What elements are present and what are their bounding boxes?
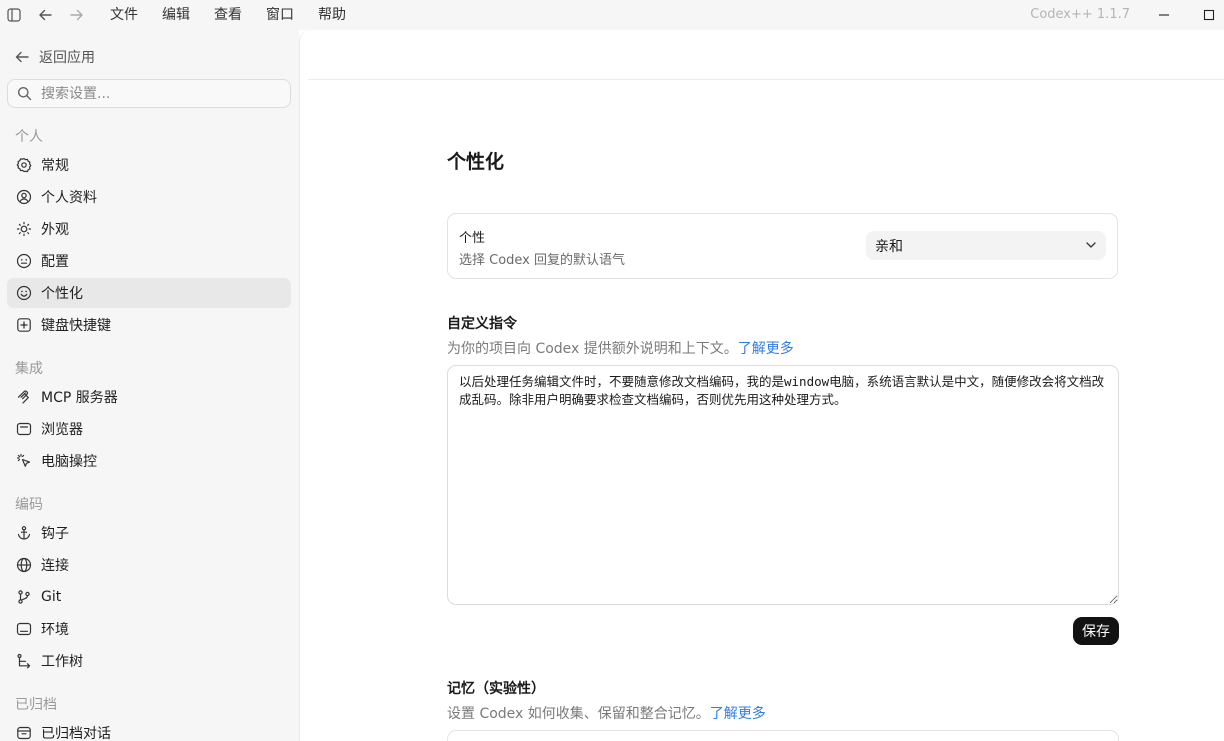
menu-file[interactable]: 文件: [98, 0, 150, 30]
sidebar-toggle-icon[interactable]: [0, 0, 28, 30]
sidebar-item-label: Git: [41, 589, 62, 605]
sidebar-item-label: 键盘快捷键: [41, 318, 111, 334]
app-version: Codex++ 1.1.7: [1030, 7, 1130, 22]
worktree-icon: [16, 653, 32, 669]
sidebar-item-label: 浏览器: [41, 422, 83, 438]
custom-instructions-textarea[interactable]: 以后处理任务编辑文件时，不要随意修改文档编码，我的是window电脑，系统语言默…: [447, 365, 1119, 605]
sidebar-item-label: 电脑操控: [41, 454, 97, 470]
sidebar-item-personalization[interactable]: 个性化: [7, 278, 291, 308]
user-circle-icon: [16, 189, 32, 205]
section-coding: 编码: [15, 497, 43, 513]
chevron-down-icon: [1085, 239, 1097, 255]
monitor-icon: [16, 621, 32, 637]
sidebar-item-shortcuts[interactable]: 键盘快捷键: [7, 310, 291, 340]
settings-search[interactable]: [7, 79, 291, 108]
sidebar-item-hooks[interactable]: 钩子: [7, 518, 291, 548]
sidebar-item-worktrees[interactable]: 工作树: [7, 646, 291, 676]
cursor-click-icon: [16, 453, 32, 469]
memory-title: 记忆（实验性）: [447, 681, 545, 697]
section-archived: 已归档: [15, 697, 57, 713]
sidebar-item-label: 个性化: [41, 286, 83, 302]
back-arrow-icon[interactable]: [31, 0, 59, 30]
memory-learn-more-link[interactable]: 了解更多: [710, 706, 766, 722]
search-input[interactable]: [41, 85, 261, 102]
sidebar-item-computer-control[interactable]: 电脑操控: [7, 446, 291, 476]
mcp-icon: [16, 389, 32, 405]
globe-icon: [16, 557, 32, 573]
back-to-app-label: 返回应用: [39, 50, 95, 66]
sidebar-item-mcp[interactable]: MCP 服务器: [7, 382, 291, 412]
memory-settings-card: [447, 730, 1119, 741]
sidebar-item-label: 工作树: [41, 654, 83, 670]
memory-description: 设置 Codex 如何收集、保留和整合记忆。了解更多: [447, 703, 766, 723]
maximize-button[interactable]: [1186, 0, 1224, 30]
browser-window-icon: [16, 421, 32, 437]
sidebar-item-browser[interactable]: 浏览器: [7, 414, 291, 444]
sidebar-item-connections[interactable]: 连接: [7, 550, 291, 580]
sidebar-item-label: 外观: [41, 222, 69, 238]
title-bar: 文件 编辑 查看 窗口 帮助 Codex++ 1.1.7: [0, 0, 1224, 30]
gear-icon: [16, 157, 32, 173]
section-integrations: 集成: [15, 361, 43, 377]
smile-icon: [16, 285, 32, 301]
sidebar-item-general[interactable]: 常规: [7, 150, 291, 180]
sidebar-item-profile[interactable]: 个人资料: [7, 182, 291, 212]
custom-instructions-description-text: 为你的项目向 Codex 提供额外说明和上下文。: [447, 341, 738, 357]
settings-main-panel: 个性化 个性 选择 Codex 回复的默认语气 亲和 自定义指令 为你的项目向 …: [299, 30, 1224, 741]
personality-description: 选择 Codex 回复的默认语气: [459, 253, 626, 268]
archive-box-icon: [16, 725, 32, 741]
custom-instructions-description: 为你的项目向 Codex 提供额外说明和上下文。了解更多: [447, 338, 794, 358]
anchor-icon: [16, 525, 32, 541]
config-face-icon: [16, 253, 32, 269]
header-divider: [308, 79, 1224, 80]
sidebar-item-archived-chats[interactable]: 已归档对话: [7, 718, 291, 741]
minimize-button[interactable]: [1141, 0, 1187, 30]
menu-window[interactable]: 窗口: [254, 0, 306, 30]
personality-selected-value: 亲和: [875, 238, 903, 255]
sidebar-item-label: 常规: [41, 158, 69, 174]
page-title: 个性化: [447, 151, 505, 173]
personality-select[interactable]: 亲和: [866, 231, 1106, 260]
menu-view[interactable]: 查看: [202, 0, 254, 30]
forward-arrow-icon[interactable]: [62, 0, 90, 30]
menu-edit[interactable]: 编辑: [150, 0, 202, 30]
section-personal: 个人: [15, 129, 43, 145]
sidebar-item-appearance[interactable]: 外观: [7, 214, 291, 244]
menu-bar: 文件 编辑 查看 窗口 帮助: [98, 0, 358, 30]
sidebar-item-label: 个人资料: [41, 190, 97, 206]
sidebar-item-label: 配置: [41, 254, 69, 270]
git-branch-icon: [16, 589, 32, 605]
arrow-left-icon: [14, 50, 32, 64]
learn-more-link[interactable]: 了解更多: [738, 341, 794, 357]
search-icon: [17, 86, 33, 101]
save-button[interactable]: 保存: [1073, 617, 1119, 645]
sidebar-item-label: 环境: [41, 622, 69, 638]
sidebar-item-label: 钩子: [41, 526, 69, 542]
custom-instructions-title: 自定义指令: [447, 316, 517, 332]
keyboard-plus-icon: [16, 317, 32, 333]
back-to-app-link[interactable]: 返回应用: [14, 46, 95, 68]
sun-icon: [16, 221, 32, 237]
sidebar-item-label: MCP 服务器: [41, 390, 118, 406]
sidebar-item-label: 连接: [41, 558, 69, 574]
personality-title: 个性: [459, 231, 486, 246]
memory-description-text: 设置 Codex 如何收集、保留和整合记忆。: [447, 706, 710, 722]
menu-help[interactable]: 帮助: [306, 0, 358, 30]
sidebar-item-label: 已归档对话: [41, 726, 111, 741]
settings-window: 文件 编辑 查看 窗口 帮助 Codex++ 1.1.7 返回应用 个人: [0, 0, 1224, 741]
sidebar-item-config[interactable]: 配置: [7, 246, 291, 276]
settings-sidebar: 返回应用 个人 常规 个人资料 外观: [0, 30, 299, 741]
sidebar-item-git[interactable]: Git: [7, 582, 291, 612]
personality-card: 个性 选择 Codex 回复的默认语气 亲和: [447, 213, 1118, 279]
sidebar-item-environments[interactable]: 环境: [7, 614, 291, 644]
